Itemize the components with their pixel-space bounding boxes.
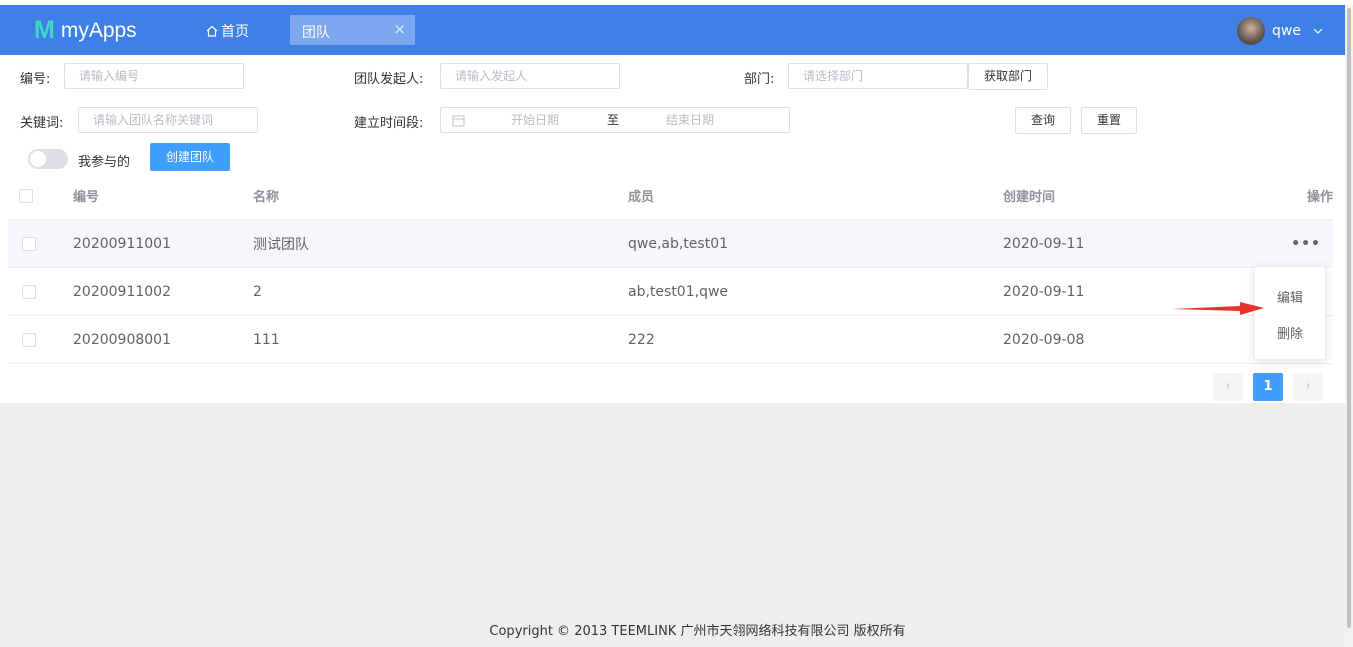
cell-created: 2020-09-11 bbox=[1003, 235, 1085, 252]
col-code: 编号 bbox=[73, 190, 100, 205]
query-button[interactable]: 查询 bbox=[1015, 107, 1071, 134]
more-actions-icon[interactable]: ••• bbox=[1291, 220, 1321, 267]
row-checkbox[interactable] bbox=[22, 332, 36, 347]
nav-home[interactable]: 首页 bbox=[206, 21, 249, 41]
select-all-cell bbox=[19, 172, 33, 219]
avatar bbox=[1237, 17, 1266, 45]
home-icon bbox=[206, 25, 218, 37]
nav-home-label: 首页 bbox=[221, 24, 249, 40]
cell-created: 2020-09-11 bbox=[1003, 283, 1085, 300]
menu-item-delete[interactable]: 删除 bbox=[1255, 323, 1325, 342]
row-checkbox-cell bbox=[22, 268, 36, 315]
code-input[interactable]: 请输入编号 bbox=[64, 63, 244, 89]
initiator-input[interactable]: 请输入发起人 bbox=[440, 63, 620, 89]
cell-code: 20200908001 bbox=[73, 331, 171, 348]
select-all-checkbox[interactable] bbox=[19, 188, 33, 203]
pager-prev-button[interactable]: ‹ bbox=[1213, 373, 1243, 401]
row-checkbox[interactable] bbox=[22, 284, 36, 299]
table-row[interactable]: 20200911001 测试团队 qwe,ab,test01 2020-09-1… bbox=[8, 220, 1333, 268]
cell-members: qwe,ab,test01 bbox=[628, 235, 729, 252]
cell-created: 2020-09-08 bbox=[1003, 331, 1085, 348]
cell-name: 2 bbox=[253, 283, 262, 300]
start-date-input[interactable]: 开始日期 bbox=[511, 108, 559, 132]
toggle-knob bbox=[30, 151, 46, 167]
cell-name: 111 bbox=[253, 331, 280, 348]
code-label: 编号: bbox=[20, 72, 51, 87]
logo[interactable]: M myApps bbox=[34, 16, 137, 45]
app-header: M myApps 首页 团队 × qwe bbox=[0, 5, 1345, 55]
period-label: 建立时间段: bbox=[354, 116, 424, 131]
chevron-down-icon bbox=[1313, 28, 1323, 34]
table-row[interactable]: 20200911002 2 ab,test01,qwe 2020-09-11 bbox=[8, 268, 1333, 316]
user-name: qwe bbox=[1272, 23, 1301, 39]
cell-code: 20200911002 bbox=[73, 283, 171, 300]
pager-current-page[interactable]: 1 bbox=[1253, 373, 1283, 401]
pager-next-button[interactable]: › bbox=[1293, 373, 1323, 401]
dept-label: 部门: bbox=[744, 72, 775, 87]
keyword-label: 关键词: bbox=[20, 116, 64, 131]
scrollbar-thumb[interactable] bbox=[1347, 8, 1351, 628]
dept-select[interactable]: 请选择部门 bbox=[788, 63, 968, 89]
col-members: 成员 bbox=[628, 190, 655, 205]
end-date-input[interactable]: 结束日期 bbox=[666, 108, 714, 132]
col-actions: 操作 bbox=[1306, 190, 1333, 205]
row-checkbox[interactable] bbox=[22, 236, 36, 251]
cell-code: 20200911001 bbox=[73, 235, 171, 252]
cell-members: ab,test01,qwe bbox=[628, 283, 729, 300]
annotation-arrow bbox=[1172, 302, 1264, 315]
row-checkbox-cell bbox=[22, 316, 36, 363]
footer-copyright: Copyright © 2013 TEEMLINK 广州市天翎网络科技有限公司 … bbox=[489, 624, 906, 639]
range-separator: 至 bbox=[607, 113, 620, 127]
mine-toggle[interactable] bbox=[28, 149, 68, 169]
tab-team[interactable]: 团队 × bbox=[290, 15, 415, 45]
tab-team-label: 团队 bbox=[302, 25, 330, 41]
row-checkbox-cell bbox=[22, 220, 36, 267]
app-name: myApps bbox=[60, 18, 137, 42]
table-row[interactable]: 20200908001 111 222 2020-09-08 bbox=[8, 316, 1333, 364]
col-name: 名称 bbox=[253, 190, 280, 205]
table-header: 编号 名称 成员 创建时间 操作 bbox=[8, 172, 1333, 220]
keyword-input[interactable]: 请输入团队名称关键词 bbox=[78, 107, 258, 133]
user-menu[interactable]: qwe bbox=[1237, 17, 1323, 45]
col-created: 创建时间 bbox=[1003, 190, 1056, 205]
fetch-dept-button[interactable]: 获取部门 bbox=[968, 63, 1048, 90]
close-icon[interactable]: × bbox=[393, 20, 406, 38]
calendar-icon bbox=[452, 115, 465, 127]
reset-button[interactable]: 重置 bbox=[1081, 107, 1137, 134]
date-range-picker[interactable]: 开始日期 至 结束日期 bbox=[440, 107, 790, 133]
cell-members: 222 bbox=[628, 331, 655, 348]
mine-label: 我参与的 bbox=[78, 155, 131, 170]
initiator-label: 团队发起人: bbox=[354, 72, 424, 87]
cell-name: 测试团队 bbox=[253, 236, 309, 253]
logo-mark: M bbox=[34, 16, 55, 44]
create-team-button[interactable]: 创建团队 bbox=[150, 143, 230, 171]
